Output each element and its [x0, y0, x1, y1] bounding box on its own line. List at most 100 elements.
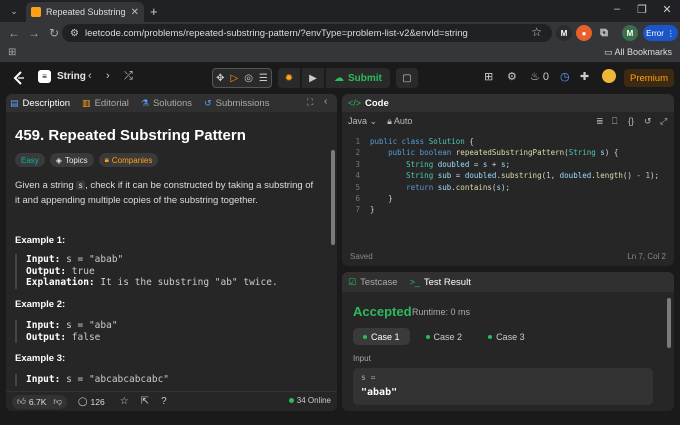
next-problem-icon[interactable]: › [106, 70, 110, 82]
expand-icon[interactable]: ⤢ [660, 116, 667, 127]
language-select[interactable]: Java ⌄ [348, 116, 377, 127]
flask-icon: ⚗ [140, 97, 149, 108]
notes-icon[interactable]: ▢ [395, 68, 418, 88]
tab-description[interactable]: ▤ Description [10, 98, 70, 109]
like-button[interactable]: 👍︎ 6.7K 👎︎ [12, 394, 68, 409]
list-icon: ≡ [38, 70, 51, 83]
settings-sliders-icon[interactable]: ☰ [259, 73, 268, 84]
all-bookmarks-label: All Bookmarks [614, 47, 672, 57]
browser-tab[interactable]: Repeated Substring Pattern - Le ✕ [26, 2, 144, 22]
companies-tag[interactable]: 🔒︎ Companies [98, 153, 159, 167]
extension-orange-icon[interactable]: ● [576, 25, 592, 41]
case-2-tab[interactable]: Case 2 [416, 328, 473, 345]
output-label: Output: [26, 331, 67, 343]
line-number: 3 [355, 159, 360, 169]
online-count: 34 Online [288, 396, 331, 405]
bookmark-icon[interactable]: ⎕ [612, 116, 617, 127]
maximize-icon[interactable]: ❐ [630, 3, 654, 16]
share-icon[interactable]: ⇱ [141, 396, 149, 407]
run-button-icon[interactable]: ▶ [302, 68, 324, 88]
reset-code-icon[interactable]: ↺ [644, 116, 652, 127]
site-info-icon[interactable]: ⚙ [70, 28, 79, 39]
online-label: 34 Online [296, 396, 331, 405]
result-scrollbar[interactable] [667, 298, 671, 348]
auto-mode-toggle[interactable]: 🔒︎ Auto [387, 116, 412, 127]
debug-controls[interactable]: ✥ ▷ ◎ ☰ [212, 68, 272, 88]
address-bar[interactable]: ⚙ leetcode.com/problems/repeated-substri… [62, 24, 552, 42]
tab-solutions[interactable]: ⚗ Solutions [141, 98, 192, 109]
bookmark-star-icon[interactable]: ☆ [531, 25, 542, 39]
streak-count: 0 [542, 71, 550, 83]
apps-grid-icon[interactable]: ⊞ [8, 47, 16, 58]
help-icon[interactable]: ? [161, 396, 167, 407]
new-tab-button[interactable]: + [150, 4, 158, 19]
description-panel: ▤ Description ▥ Editorial ⚗ Solutions ↺ Subm… [6, 94, 337, 411]
eye-off-icon[interactable]: ◎ [244, 73, 253, 84]
fullscreen-icon[interactable]: ⛶ [307, 97, 313, 108]
tab-submissions[interactable]: ↺ Submissions [204, 98, 269, 109]
description-tabs: ▤ Description ▥ Editorial ⚗ Solutions ↺ Subm… [6, 94, 337, 112]
desc-text-1: Given a string [15, 180, 77, 191]
user-avatar[interactable] [602, 69, 616, 83]
problem-list-button[interactable]: ≡ String [38, 70, 86, 83]
leetcode-logo-icon[interactable] [12, 71, 26, 85]
saved-status: Saved [350, 251, 373, 261]
submit-label: Submit [348, 72, 382, 84]
submit-button[interactable]: ☁ Submit [326, 68, 390, 88]
case-1-tab[interactable]: Case 1 [353, 328, 410, 345]
braces-icon[interactable]: {} [628, 116, 634, 126]
update-error-button[interactable]: Error ⋮ [643, 25, 678, 41]
collapse-panel-icon[interactable]: ‹ [324, 96, 327, 107]
profile-avatar[interactable]: M [622, 25, 638, 41]
timer-icon[interactable]: ◷ [560, 70, 570, 83]
debug-play-icon[interactable]: ▷ [230, 73, 238, 84]
settings-gear-icon[interactable]: ⚙ [507, 70, 517, 83]
favorite-star-icon[interactable]: ☆ [120, 396, 129, 407]
shuffle-icon[interactable]: ⤮ [124, 70, 133, 83]
pass-dot-icon [363, 334, 367, 339]
back-icon[interactable]: ← [4, 26, 24, 40]
topics-tag[interactable]: ◈ Topics [49, 153, 94, 167]
explanation-label: Explanation: [26, 277, 95, 288]
tab-description-label: Description [22, 97, 71, 109]
line-number: 4 [355, 171, 360, 181]
pass-dot-icon [425, 334, 430, 339]
input-value-box: s = "abab" [353, 368, 653, 405]
close-window-icon[interactable]: ✕ [655, 3, 679, 16]
layout-grid-icon[interactable]: ⊞ [484, 70, 493, 83]
code-source[interactable]: public class Solution { public boolean r… [370, 136, 659, 216]
premium-button[interactable]: Premium [624, 69, 674, 87]
notes-icon[interactable]: ≣ [596, 116, 604, 127]
code-panel: </> Code Java ⌄ 🔒︎ Auto ≣ ⎕ {} ↺ ⤢ 1 23 45… [342, 94, 674, 266]
minimize-icon[interactable]: – [605, 3, 629, 15]
add-friend-icon[interactable]: ✚ [580, 70, 589, 83]
case-3-tab[interactable]: Case 3 [478, 328, 535, 345]
streak-flame-icon[interactable]: ♨ 0 [530, 70, 549, 83]
tab-search-icon[interactable]: ⌄ [5, 3, 23, 19]
tag-icon: ◈ [55, 155, 62, 165]
forward-icon[interactable]: → [24, 26, 44, 40]
problem-list-label: String [57, 71, 86, 82]
code-editor[interactable]: 1 23 45 67 public class Solution { public b… [342, 132, 674, 242]
mode-label: Auto [393, 115, 413, 126]
debug-bug-icon[interactable]: ✹ [278, 68, 300, 88]
code-toolbar: Java ⌄ 🔒︎ Auto ≣ ⎕ {} ↺ ⤢ [342, 112, 674, 130]
thumbs-down-icon[interactable]: 👎︎ [53, 396, 62, 407]
prev-problem-icon[interactable]: ‹ [88, 70, 92, 82]
drag-handle-icon[interactable]: ✥ [216, 73, 224, 84]
pass-dot-icon [488, 334, 493, 339]
extensions-puzzle-icon[interactable]: ⧉ [596, 25, 612, 41]
tab-testcase[interactable]: ☑ Testcase [348, 277, 398, 288]
all-bookmarks-button[interactable]: ▭ All Bookmarks [604, 47, 672, 58]
reload-icon[interactable]: ↻ [44, 26, 64, 40]
comments-button[interactable]: ◯ 126 [73, 395, 110, 409]
code-header: </> Code [342, 94, 674, 112]
extension-m-icon[interactable]: M [556, 25, 572, 41]
case-1-label: Case 1 [371, 331, 400, 342]
problem-description: Given a string s, check if it can be con… [15, 178, 315, 208]
description-scrollbar[interactable] [331, 116, 335, 386]
scrollbar-thumb[interactable] [331, 150, 335, 245]
tab-test-result[interactable]: >_ Test Result [410, 277, 471, 288]
tab-editorial[interactable]: ▥ Editorial [82, 98, 129, 109]
close-tab-icon[interactable]: ✕ [131, 7, 139, 18]
